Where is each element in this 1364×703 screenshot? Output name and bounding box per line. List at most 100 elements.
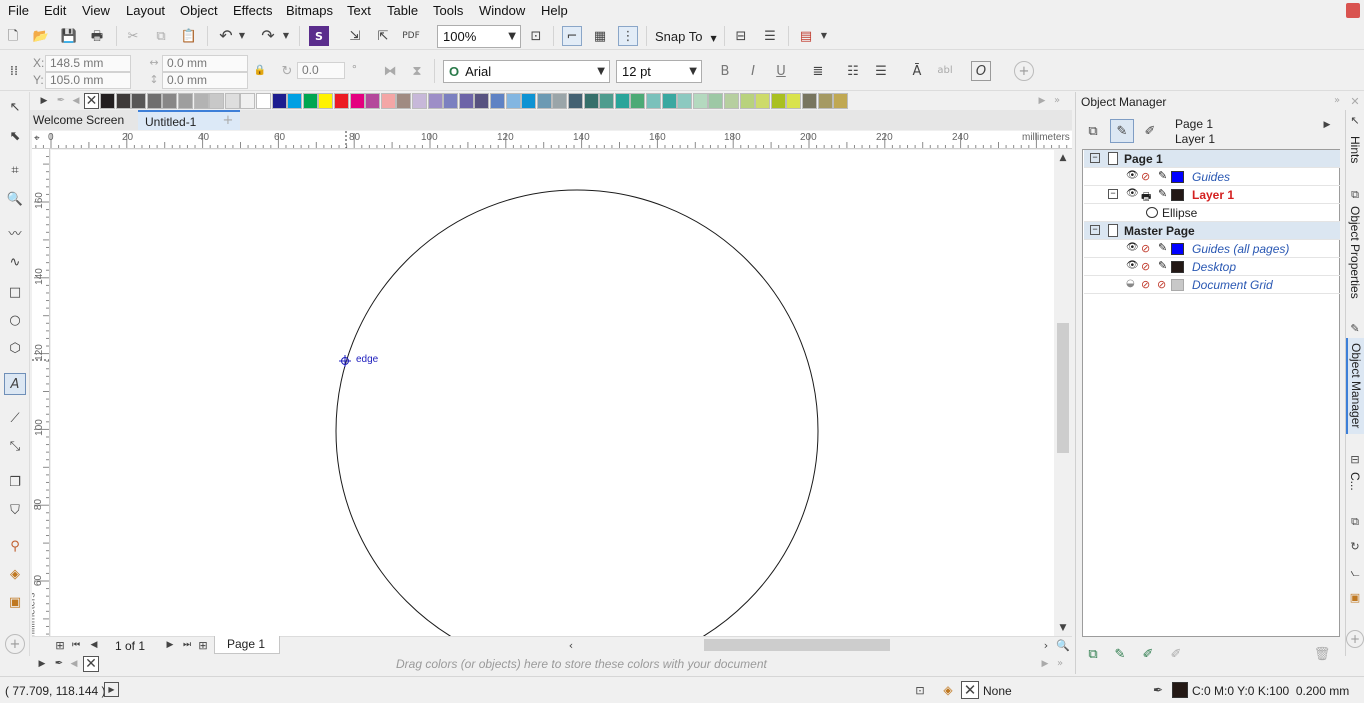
edit-pencil-icon[interactable]: ✎ <box>1158 259 1167 272</box>
smart-fill-icon[interactable]: ▣ <box>5 592 25 612</box>
visibility-eye-icon[interactable]: 👁 <box>1126 188 1139 199</box>
italic-icon[interactable]: I <box>743 61 763 81</box>
menu-object[interactable]: Object <box>180 3 218 18</box>
color-swatch[interactable] <box>786 93 801 109</box>
open-folder-icon[interactable]: 📂 <box>31 26 51 46</box>
align-distribute-icon[interactable]: ☰ <box>760 26 780 46</box>
text-tool-icon[interactable]: A <box>4 373 26 395</box>
color-swatch[interactable] <box>162 93 177 109</box>
docker-expand-icon[interactable]: » <box>1330 92 1344 110</box>
parallel-dimension-icon[interactable]: ⟋ <box>5 408 25 428</box>
interactive-fill-icon[interactable]: ◈ <box>5 564 25 584</box>
eyedropper-icon[interactable]: ✒ <box>54 92 68 110</box>
rectangle-tool-icon[interactable]: □ <box>5 282 25 302</box>
crop-tool-icon[interactable]: ⌗ <box>5 160 25 180</box>
print-disabled-icon[interactable]: ⊘ <box>1141 242 1150 255</box>
new-layer-icon[interactable]: ⧉ <box>1083 644 1103 664</box>
color-swatch[interactable] <box>443 93 458 109</box>
print-disabled-icon[interactable]: ⊘ <box>1141 170 1150 183</box>
doc-palette-no-color-icon[interactable]: ✕ <box>83 656 99 672</box>
color-swatch[interactable] <box>584 93 599 109</box>
palette-expand-icon[interactable]: » <box>1050 92 1064 110</box>
tree-row-ellipse[interactable]: Ellipse <box>1084 204 1340 222</box>
menu-edit[interactable]: Edit <box>44 3 66 18</box>
redo-icon[interactable]: ↷ <box>258 26 278 46</box>
menu-layout[interactable]: Layout <box>126 3 165 18</box>
side-icon-connect[interactable]: ⧉ <box>1346 512 1364 530</box>
launcher-dropdown-icon[interactable]: ▼ <box>818 26 830 46</box>
color-swatch[interactable] <box>724 93 739 109</box>
ellipse-shape[interactable] <box>51 150 1054 636</box>
color-swatch[interactable] <box>693 93 708 109</box>
mirror-horizontal-icon[interactable]: ⧓ <box>380 61 400 81</box>
menu-file[interactable]: File <box>8 3 29 18</box>
color-eyedropper-icon[interactable]: ⚲ <box>5 536 25 556</box>
rotation-angle-field[interactable]: 0.0 <box>297 62 345 79</box>
new-master-layer-even-icon[interactable]: ✐ <box>1166 644 1186 664</box>
tree-row-page-1[interactable]: − Page 1 <box>1084 150 1340 168</box>
show-object-properties-icon[interactable]: ⧉ <box>1083 121 1103 141</box>
side-icon-color-styles[interactable]: ▣ <box>1346 588 1364 606</box>
text-alignment-icon[interactable]: ≣ <box>808 61 828 81</box>
color-swatch[interactable] <box>568 93 583 109</box>
edit-pencil-icon[interactable]: ✎ <box>1158 241 1167 254</box>
bold-icon[interactable]: B <box>715 61 735 81</box>
new-master-layer-icon[interactable]: ✎ <box>1110 644 1130 664</box>
color-swatch[interactable] <box>662 93 677 109</box>
color-swatch[interactable] <box>147 93 162 109</box>
first-page-icon[interactable]: ⏮ <box>66 636 86 654</box>
color-swatch[interactable] <box>396 93 411 109</box>
color-swatch[interactable] <box>194 93 209 109</box>
color-swatch[interactable] <box>755 93 770 109</box>
copy-icon[interactable]: ⧉ <box>151 26 171 46</box>
snap-to-dropdown[interactable]: Snap To ▼ <box>655 29 717 44</box>
print-icon[interactable]: 🖶 <box>87 26 107 46</box>
print-disabled-icon[interactable]: ⊘ <box>1141 260 1150 273</box>
export-icon[interactable]: ⇱ <box>373 26 393 46</box>
doc-palette-right-icon[interactable]: ▶ <box>1039 655 1051 673</box>
visibility-eye-icon[interactable]: 👁 <box>1126 260 1139 271</box>
menu-view[interactable]: View <box>82 3 110 18</box>
color-swatch[interactable] <box>459 93 474 109</box>
color-swatch[interactable] <box>833 93 848 109</box>
zoom-level-select[interactable]: 100% ▼ <box>437 25 521 48</box>
application-launcher-icon[interactable]: ▤ <box>796 26 816 46</box>
color-swatch[interactable] <box>615 93 630 109</box>
color-swatch[interactable] <box>334 93 349 109</box>
color-swatch[interactable] <box>287 93 302 109</box>
ellipse-outline[interactable] <box>335 189 819 636</box>
docker-menu-arrow-icon[interactable]: ▶ <box>1320 115 1334 135</box>
font-family-select[interactable]: O Arial ▼ <box>443 60 610 83</box>
color-swatch[interactable] <box>771 93 786 109</box>
options-icon[interactable]: ⊟ <box>731 26 751 46</box>
color-swatch[interactable] <box>818 93 833 109</box>
show-layers-icon[interactable]: ✎ <box>1110 119 1134 143</box>
visibility-eye-icon[interactable]: 👁 <box>1126 242 1139 253</box>
drawing-canvas[interactable]: edge <box>51 150 1054 636</box>
color-swatch[interactable] <box>303 93 318 109</box>
user-icon[interactable] <box>1346 3 1360 18</box>
lock-ratio-icon[interactable]: 🔒 <box>250 61 270 81</box>
color-swatch[interactable] <box>178 93 193 109</box>
drop-shadow-icon[interactable]: ❐ <box>5 472 25 492</box>
color-swatch[interactable] <box>552 93 567 109</box>
menu-table[interactable]: Table <box>387 3 418 18</box>
previous-page-icon[interactable]: ◀ <box>84 636 104 654</box>
pick-tool-icon[interactable]: ↖ <box>5 97 25 117</box>
doc-palette-scroll-icon[interactable]: ▶ <box>36 655 48 673</box>
vertical-scrollbar[interactable]: ▲ ▼ <box>1054 150 1072 636</box>
show-guidelines-icon[interactable]: ⋮ <box>618 26 638 46</box>
color-swatch[interactable] <box>537 93 552 109</box>
palette-scroll-right-icon[interactable]: ▶ <box>1036 92 1048 110</box>
undo-icon[interactable]: ↶ <box>216 26 236 46</box>
menu-window[interactable]: Window <box>479 3 525 18</box>
edit-disabled-icon[interactable]: ⊘ <box>1157 278 1166 291</box>
doc-palette-expand-icon[interactable]: » <box>1053 655 1067 673</box>
width-field[interactable]: 0.0 mm <box>162 55 248 72</box>
page-origin-icon[interactable]: ⁞⁞ <box>4 61 24 81</box>
redo-dropdown-icon[interactable]: ▼ <box>280 26 292 46</box>
cut-icon[interactable]: ✂ <box>123 26 143 46</box>
shape-tool-icon[interactable]: ⬉ <box>5 126 25 146</box>
side-icon-transform[interactable]: ↻ <box>1346 537 1364 555</box>
hidden-eye-icon[interactable]: ◒ <box>1126 278 1135 289</box>
